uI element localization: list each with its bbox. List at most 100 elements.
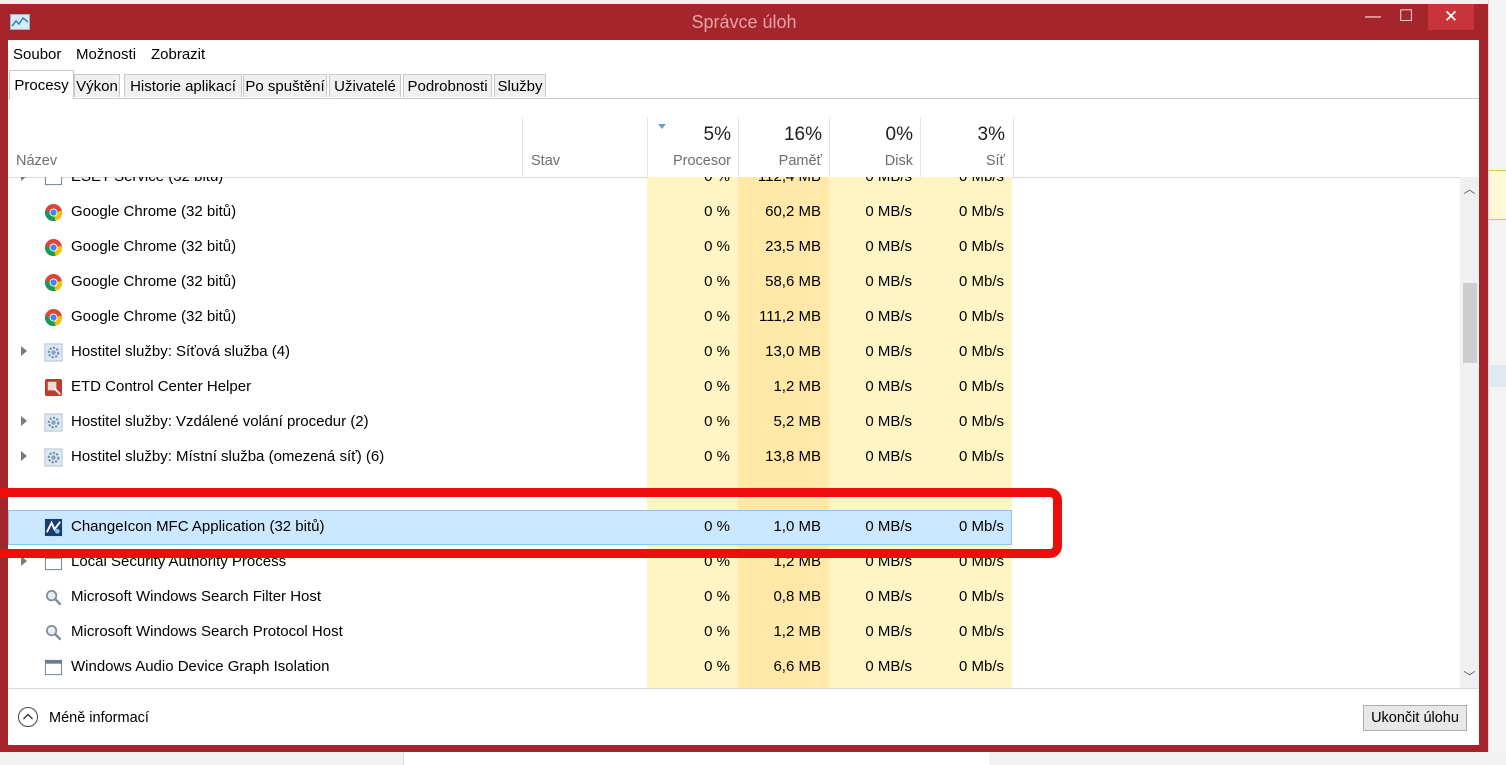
- menu-file[interactable]: Soubor: [13, 46, 61, 63]
- minimize-button[interactable]: —: [1356, 4, 1390, 30]
- tab-users[interactable]: Uživatelé: [329, 74, 401, 97]
- column-status[interactable]: Stav: [522, 118, 648, 177]
- disk-value: 0 MB/s: [865, 378, 912, 395]
- process-row[interactable]: ESET Service (32 bitů) 0 % 112,4 MB 0 MB/s 0…: [8, 177, 1460, 195]
- disk-value: 0 MB/s: [865, 273, 912, 290]
- process-name: Windows Audio Device Graph Isolation: [71, 658, 330, 675]
- vertical-scrollbar[interactable]: ︿ ﹀: [1460, 177, 1479, 688]
- tab-details[interactable]: Podrobnosti: [403, 74, 492, 97]
- column-header: Název Stav 5% Procesor 16% Paměť 0% Disk…: [8, 118, 1479, 178]
- process-row[interactable]: Hostitel služby: Vzdálené volání procedu…: [8, 405, 1460, 440]
- process-name: ESET Service (32 bitů): [71, 177, 223, 185]
- process-row[interactable]: Hostitel služby: Síťová služba (4) 0 % 13,…: [8, 335, 1460, 370]
- process-row[interactable]: Hostitel služby: Místní služba (omezená …: [8, 440, 1460, 475]
- end-task-button[interactable]: Ukončit úlohu: [1363, 705, 1467, 731]
- search-host-icon: [44, 623, 63, 642]
- tab-performance[interactable]: Výkon: [74, 74, 120, 97]
- cpu-value: 0 %: [704, 203, 730, 220]
- cpu-value: 0 %: [704, 177, 730, 185]
- memory-value: 5,2 MB: [773, 413, 821, 430]
- memory-value: 6,6 MB: [773, 658, 821, 675]
- memory-value: 23,5 MB: [765, 238, 821, 255]
- column-disk[interactable]: 0% Disk: [829, 118, 921, 177]
- column-name-label: Název: [16, 153, 58, 169]
- column-cpu[interactable]: 5% Procesor: [647, 118, 739, 177]
- disk-label: Disk: [884, 153, 913, 169]
- maximize-button[interactable]: ☐: [1389, 4, 1423, 30]
- disk-value: 0 MB/s: [865, 177, 912, 185]
- network-value: 0 Mb/s: [958, 203, 1004, 220]
- network-value: 0 Mb/s: [958, 343, 1004, 360]
- scroll-down-icon[interactable]: ﹀: [1463, 668, 1476, 685]
- process-name: ETD Control Center Helper: [71, 378, 252, 395]
- background-window-edge: [1488, 0, 1506, 765]
- process-row[interactable]: Microsoft Windows Search Protocol Host 0 …: [8, 615, 1460, 650]
- close-button[interactable]: ✕: [1428, 4, 1474, 30]
- process-row[interactable]: ETD Control Center Helper 0 % 1,2 MB 0 MB/s…: [8, 370, 1460, 405]
- menu-view[interactable]: Zobrazit: [151, 46, 205, 63]
- gear-icon: [44, 413, 63, 432]
- disk-value: 0 MB/s: [865, 308, 912, 325]
- menu-bar: Soubor Možnosti Zobrazit: [8, 40, 1479, 68]
- background-highlight: [1489, 170, 1506, 220]
- network-value: 0 Mb/s: [958, 588, 1004, 605]
- memory-label: Paměť: [778, 153, 822, 169]
- expand-arrow-icon[interactable]: [21, 177, 27, 181]
- memory-value: 1,2 MB: [773, 623, 821, 640]
- client-area: Soubor Možnosti Zobrazit Procesy Výkon H…: [8, 40, 1479, 745]
- cpu-value: 0 %: [704, 273, 730, 290]
- network-value: 0 Mb/s: [958, 448, 1004, 465]
- chevron-up-icon[interactable]: [18, 707, 38, 727]
- cpu-value: 0 %: [704, 238, 730, 255]
- network-label: Síť: [985, 153, 1005, 169]
- cpu-value: 0 %: [704, 448, 730, 465]
- disk-value: 0 MB/s: [865, 588, 912, 605]
- expand-arrow-icon[interactable]: [21, 416, 27, 426]
- expand-arrow-icon[interactable]: [21, 451, 27, 461]
- column-memory[interactable]: 16% Paměť: [738, 118, 830, 177]
- cpu-value: 0 %: [704, 343, 730, 360]
- tab-app-history[interactable]: Historie aplikací: [124, 74, 242, 97]
- memory-value: 13,8 MB: [765, 448, 821, 465]
- background-panel: [403, 752, 989, 765]
- cpu-value: 0 %: [704, 658, 730, 675]
- cpu-value: 0 %: [704, 378, 730, 395]
- process-name: Microsoft Windows Search Filter Host: [71, 588, 322, 605]
- expand-arrow-icon[interactable]: [21, 346, 27, 356]
- memory-value: 111,2 MB: [759, 308, 821, 325]
- network-value: 0 Mb/s: [958, 378, 1004, 395]
- cpu-value: 0 %: [704, 588, 730, 605]
- task-manager-window: Správce úloh — ☐ ✕ Soubor Možnosti Zobra…: [0, 4, 1488, 752]
- column-name[interactable]: Název: [8, 118, 522, 177]
- process-name: Hostitel služby: Vzdálené volání procedu…: [71, 413, 369, 430]
- network-value: 0 Mb/s: [958, 623, 1004, 640]
- process-row[interactable]: Microsoft Windows Search Filter Host 0 % 0…: [8, 580, 1460, 615]
- scrollbar-thumb[interactable]: [1463, 283, 1477, 363]
- network-value: 0 Mb/s: [958, 658, 1004, 675]
- process-row[interactable]: Google Chrome (32 bitů) 0 % 58,6 MB 0 MB/s 0…: [8, 265, 1460, 300]
- tab-services[interactable]: Služby: [494, 74, 546, 97]
- tab-startup[interactable]: Po spuštění: [243, 74, 327, 97]
- disk-value: 0 MB/s: [865, 658, 912, 675]
- window-title: Správce úloh: [691, 12, 797, 32]
- process-row[interactable]: Windows Audio Device Graph Isolation 0 % 6…: [8, 650, 1460, 685]
- search-host-icon: [44, 588, 63, 607]
- process-row[interactable]: Google Chrome (32 bitů) 0 % 23,5 MB 0 MB/s 0…: [8, 230, 1460, 265]
- fewer-details-link[interactable]: Méně informací: [49, 710, 149, 726]
- network-value: 0 Mb/s: [958, 238, 1004, 255]
- tab-processes[interactable]: Procesy: [9, 70, 74, 99]
- process-name: Google Chrome (32 bitů): [71, 203, 237, 220]
- title-bar[interactable]: Správce úloh — ☐ ✕: [0, 4, 1488, 40]
- annotation-highlight-box: [0, 488, 1062, 558]
- menu-options[interactable]: Možnosti: [76, 46, 136, 63]
- column-network[interactable]: 3% Síť: [920, 118, 1014, 177]
- scroll-up-icon[interactable]: ︿: [1463, 180, 1476, 197]
- gear-icon: [44, 448, 63, 467]
- process-row[interactable]: Google Chrome (32 bitů) 0 % 60,2 MB 0 MB/s 0…: [8, 195, 1460, 230]
- background-selection: [1489, 365, 1506, 387]
- chrome-icon: [44, 273, 63, 292]
- cpu-value: 0 %: [704, 308, 730, 325]
- gear-icon: [44, 343, 63, 362]
- process-name: Microsoft Windows Search Protocol Host: [71, 623, 343, 640]
- process-row[interactable]: Google Chrome (32 bitů) 0 % 111,2 MB 0 MB/s…: [8, 300, 1460, 335]
